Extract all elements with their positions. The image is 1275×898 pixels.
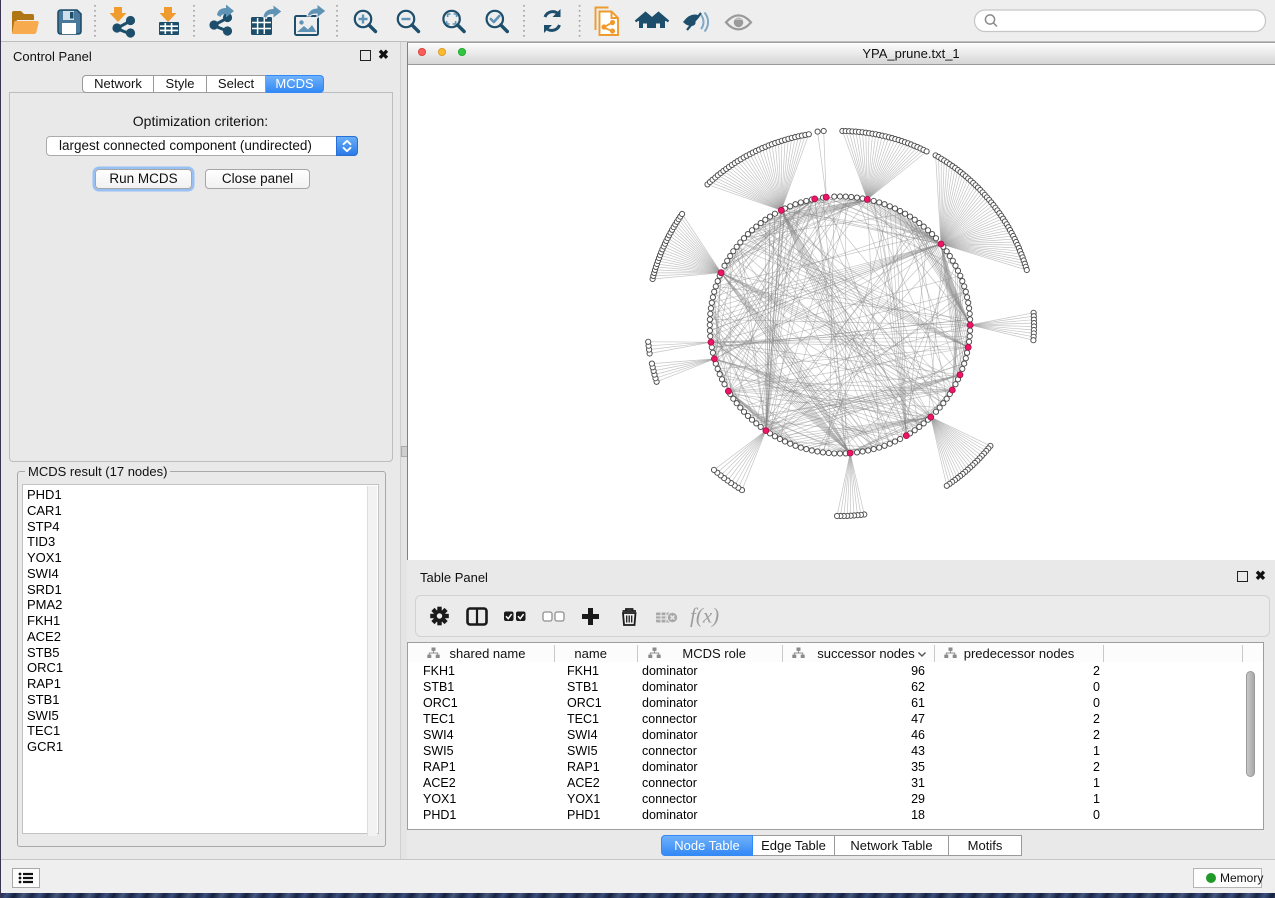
svg-text:f(x): f(x) <box>690 604 719 628</box>
